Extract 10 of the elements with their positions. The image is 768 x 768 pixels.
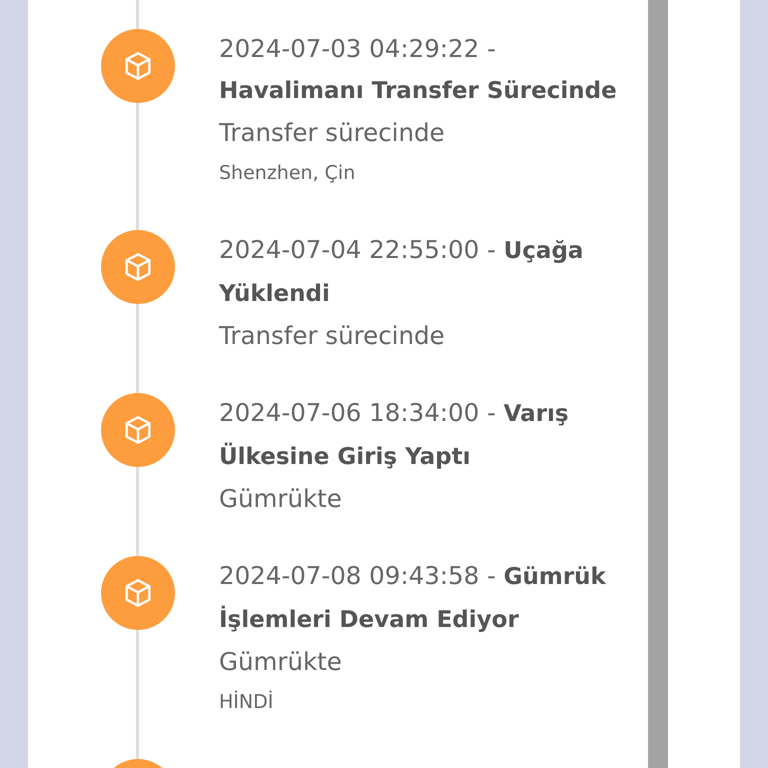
event-location: Shenzhen, Çin [219,161,356,186]
event-status: Transfer sürecinde [219,117,446,149]
event-status: Transfer sürecinde [219,320,446,352]
event-title: 2024-07-06 18:34:00 - Varış Ülkesine Giriş Yaptı [219,397,570,472]
event-status: Gümrükte [219,483,343,515]
event-title: 2024-07-03 04:29:22 - Havalimanı Transfer Sürecinde [219,33,618,106]
event-status: Gümrükte [219,646,343,678]
event-title: 2024-07-04 22:55:00 - Uçağa Yüklendi [219,234,584,309]
event-title: 2024-07-08 09:43:58 - Gümrük İşlemleri Devam Ediyor [219,560,607,635]
event-location: HİNDİ [219,690,274,715]
